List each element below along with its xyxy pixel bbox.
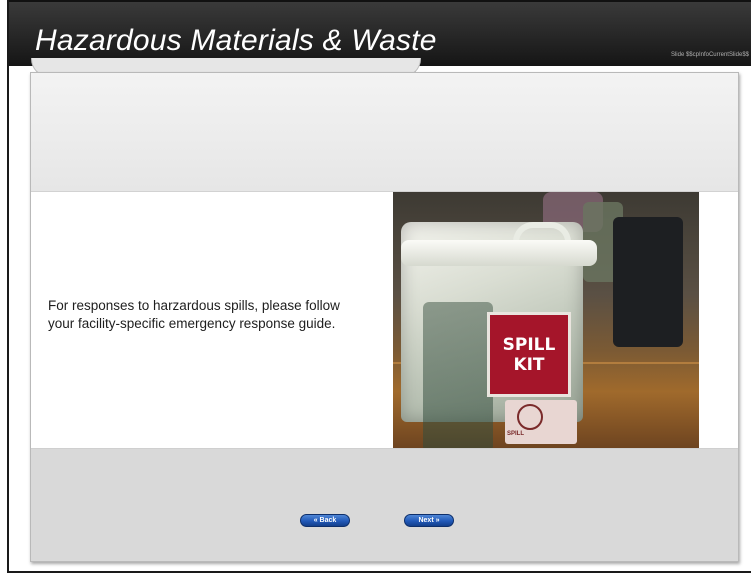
slide-indicator: Slide $$cpInfoCurrentSlide$$ xyxy=(670,52,749,58)
biohazard-label: SPILL xyxy=(505,400,577,444)
biohazard-icon xyxy=(517,404,543,430)
instruction-text: For responses to harzardous spills, plea… xyxy=(48,298,340,331)
container-contents xyxy=(423,302,493,448)
next-button[interactable]: Next » xyxy=(404,514,454,527)
background-object xyxy=(613,217,683,347)
spill-kit-container: SPILL KIT SPILL xyxy=(401,222,597,448)
frame-left-border xyxy=(7,0,9,573)
panel-bottom-band xyxy=(31,449,738,561)
course-header: Hazardous Materials & Waste Slide $$cpIn… xyxy=(9,0,751,77)
spill-kit-label: SPILL KIT xyxy=(487,312,571,397)
slide-panel: For responses to harzardous spills, plea… xyxy=(30,72,739,562)
panel-top-band xyxy=(31,73,738,191)
course-title: Hazardous Materials & Waste xyxy=(35,24,437,57)
spill-small-label: SPILL xyxy=(507,431,525,437)
content-band: For responses to harzardous spills, plea… xyxy=(31,191,738,449)
container-lid xyxy=(401,240,597,266)
spill-kit-photo: SPILL KIT SPILL xyxy=(393,192,699,448)
back-button[interactable]: « Back xyxy=(300,514,350,527)
